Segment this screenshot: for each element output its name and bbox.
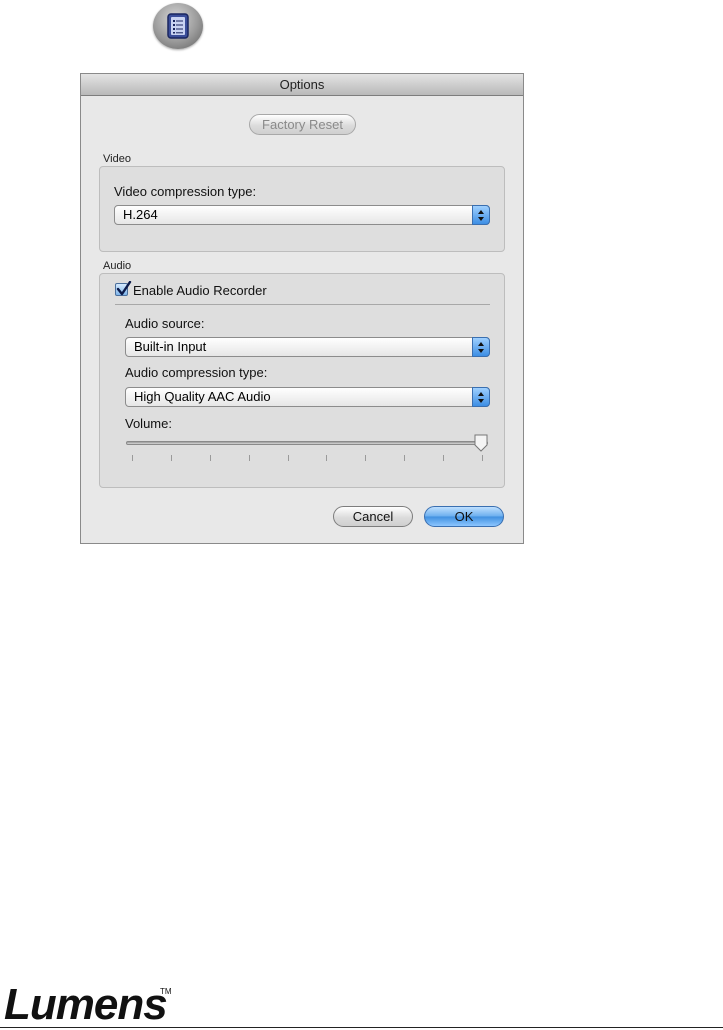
- volume-tick: [248, 455, 250, 461]
- window-title: Options: [81, 74, 523, 96]
- volume-label: Volume:: [125, 416, 172, 431]
- volume-tick: [170, 455, 172, 461]
- video-compression-value: H.264: [123, 207, 158, 222]
- volume-tick: [132, 455, 133, 461]
- trademark-mark: TM: [160, 987, 172, 996]
- checkmark-icon: [116, 281, 132, 296]
- options-window: Options Factory Reset Video Video compre…: [80, 73, 524, 544]
- volume-tick: [404, 455, 406, 461]
- audio-source-value: Built-in Input: [134, 339, 207, 354]
- video-compression-label: Video compression type:: [114, 184, 257, 199]
- lumens-logo: Lumens: [4, 980, 168, 1029]
- audio-group: Enable Audio Recorder Audio source: Buil…: [99, 273, 505, 488]
- video-compression-select[interactable]: H.264: [114, 205, 490, 225]
- volume-tick: [287, 455, 289, 461]
- cancel-button[interactable]: Cancel: [333, 506, 413, 527]
- video-group: Video compression type: H.264: [99, 166, 505, 252]
- audio-compression-value: High Quality AAC Audio: [134, 389, 271, 404]
- audio-group-label: Audio: [103, 260, 132, 272]
- footer-rule: [0, 1027, 723, 1028]
- volume-slider-thumb[interactable]: [474, 434, 488, 452]
- options-list-icon[interactable]: [153, 3, 203, 49]
- audio-source-select[interactable]: Built-in Input: [125, 337, 490, 357]
- factory-reset-button[interactable]: Factory Reset: [249, 114, 356, 135]
- audio-source-label: Audio source:: [125, 316, 205, 331]
- video-group-label: Video: [103, 153, 131, 165]
- audio-separator: [115, 304, 490, 305]
- audio-compression-label: Audio compression type:: [125, 365, 268, 380]
- up-down-arrows-icon: [472, 337, 490, 357]
- up-down-arrows-icon: [472, 387, 490, 407]
- volume-tick: [326, 455, 328, 461]
- audio-compression-select[interactable]: High Quality AAC Audio: [125, 387, 490, 407]
- volume-tick: [482, 455, 483, 461]
- volume-tick: [365, 455, 367, 461]
- volume-slider-track[interactable]: [126, 441, 488, 445]
- volume-tick: [209, 455, 211, 461]
- enable-audio-checkbox[interactable]: [115, 281, 132, 296]
- up-down-arrows-icon: [472, 205, 490, 225]
- enable-audio-label[interactable]: Enable Audio Recorder: [133, 283, 267, 298]
- ok-button[interactable]: OK: [424, 506, 504, 527]
- volume-tick: [443, 455, 445, 461]
